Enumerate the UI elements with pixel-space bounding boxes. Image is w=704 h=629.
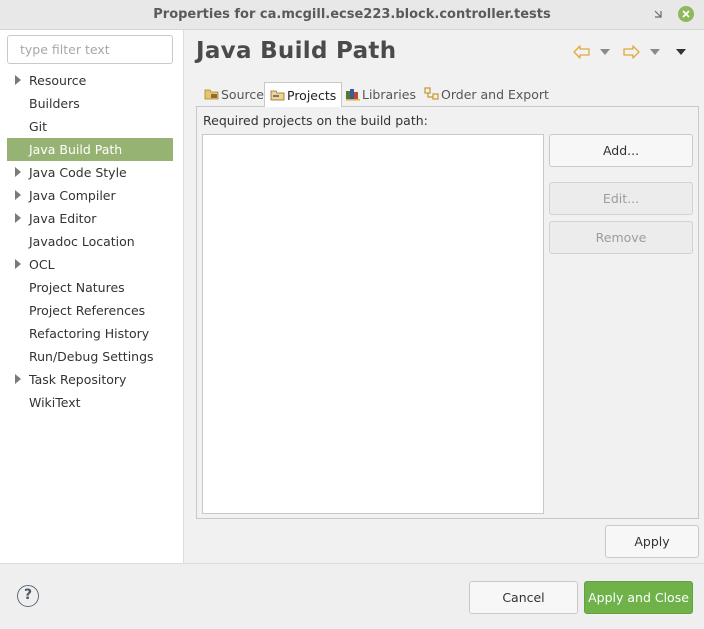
edit-project-button[interactable]: Edit... [549,182,693,215]
preference-navigation: Resource Builders Git Java Build Path Java C… [0,30,184,563]
apply-button[interactable]: Apply [605,525,699,558]
tree-item-project-references[interactable]: Project References [7,299,173,322]
back-arrow-icon [573,45,590,59]
project-folder-icon [270,88,286,102]
filter-input[interactable] [7,35,173,64]
tab-source-label: Source [221,86,264,102]
tree-item-label: Builders [29,96,80,111]
tree-item-label: Java Code Style [29,165,127,180]
tree-item-label: Java Editor [29,211,97,226]
order-export-icon [424,87,440,101]
tree-item-java-editor[interactable]: Java Editor [7,207,173,230]
restore-icon [654,10,662,18]
tree-item-builders[interactable]: Builders [7,92,173,115]
title-bar: Properties for ca.mcgill.ecse223.block.c… [0,0,704,30]
tree-item-java-compiler[interactable]: Java Compiler [7,184,173,207]
tree-item-run-debug-settings[interactable]: Run/Debug Settings [7,345,173,368]
libraries-icon [345,87,361,101]
expand-arrow-icon[interactable] [15,213,21,223]
back-button[interactable] [573,43,591,61]
expand-arrow-icon[interactable] [15,75,21,85]
chevron-down-icon [600,49,610,55]
projects-tab-panel: Required projects on the build path: Add… [196,106,699,519]
tree-item-label: Task Repository [29,372,127,387]
remove-project-button[interactable]: Remove [549,221,693,254]
forward-history-dropdown[interactable] [649,43,661,61]
expand-arrow-icon[interactable] [15,374,21,384]
tree-item-label: Resource [29,73,87,88]
tree-item-label: Javadoc Location [29,234,135,249]
back-history-dropdown[interactable] [599,43,611,61]
tab-libraries[interactable]: Libraries [345,82,416,106]
tab-order-and-export-label: Order and Export [441,86,549,102]
tree-item-label: Run/Debug Settings [29,349,154,364]
restore-window-button[interactable] [650,6,666,22]
tree-item-label: Project References [29,303,146,318]
chevron-down-icon [650,49,660,55]
view-menu-button[interactable] [674,43,688,61]
help-icon[interactable]: ? [17,585,39,607]
tab-projects-label: Projects [287,87,337,103]
forward-button[interactable] [622,43,640,61]
expand-arrow-icon[interactable] [15,190,21,200]
tree-item-label: WikiText [29,395,81,410]
tree-item-task-repository[interactable]: Task Repository [7,368,173,391]
page-title: Java Build Path [196,38,397,64]
required-projects-label: Required projects on the build path: [203,113,428,128]
cancel-button[interactable]: Cancel [469,581,578,614]
source-folder-icon [204,87,220,101]
tree-item-label: Project Natures [29,280,125,295]
apply-and-close-button[interactable]: Apply and Close [584,581,693,614]
tree-item-label: Java Build Path [29,142,123,157]
tree-item-javadoc-location[interactable]: Javadoc Location [7,230,173,253]
expand-arrow-icon[interactable] [15,259,21,269]
tree-item-label: OCL [29,257,55,272]
tab-projects[interactable]: Projects [264,82,343,107]
expand-arrow-icon[interactable] [15,167,21,177]
close-icon [682,10,690,18]
preference-page: Java Build Path Source Projects Librarie… [184,30,704,563]
tab-libraries-label: Libraries [362,86,416,102]
tree-item-label: Git [29,119,48,134]
forward-arrow-icon [623,45,640,59]
tree-item-java-code-style[interactable]: Java Code Style [7,161,173,184]
tree-item-git[interactable]: Git [7,115,173,138]
close-window-button[interactable] [678,6,694,22]
preference-tree: Resource Builders Git Java Build Path Java C… [7,69,173,414]
tree-item-label: Refactoring History [29,326,150,341]
tab-order-and-export[interactable]: Order and Export [424,82,549,106]
tree-item-label: Java Compiler [29,188,116,203]
required-projects-list[interactable] [202,134,544,514]
window-title: Properties for ca.mcgill.ecse223.block.c… [153,7,551,22]
tab-source[interactable]: Source [204,82,264,106]
menu-triangle-icon [676,49,686,55]
tree-item-wikitext[interactable]: WikiText [7,391,173,414]
tree-item-ocl[interactable]: OCL [7,253,173,276]
tree-item-resource[interactable]: Resource [7,69,173,92]
tree-item-java-build-path[interactable]: Java Build Path [7,138,173,161]
add-project-button[interactable]: Add... [549,134,693,167]
tree-item-refactoring-history[interactable]: Refactoring History [7,322,173,345]
dialog-button-bar: ? Cancel Apply and Close [0,563,704,629]
tree-item-project-natures[interactable]: Project Natures [7,276,173,299]
